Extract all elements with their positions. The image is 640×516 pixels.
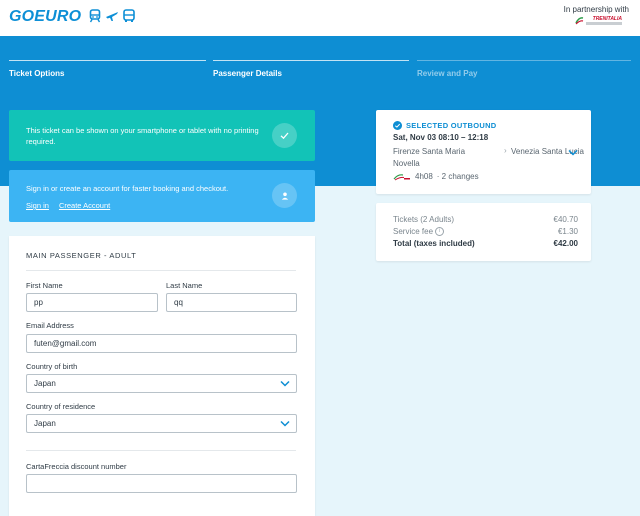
birth-country-value: Japan [34,379,56,388]
form-divider [26,270,296,271]
bus-icon [123,9,135,22]
destination-station: Venezia Santa Lucia [511,147,584,156]
step-label: Ticket Options [9,69,65,78]
email-input[interactable] [26,334,297,353]
first-name-input[interactable] [26,293,158,312]
trenitalia-mark-icon [575,17,584,25]
mobile-ticket-text: This ticket can be shown on your smartph… [26,126,259,146]
residence-country-select[interactable]: Japan [26,414,297,433]
trip-changes: · 2 changes [436,172,479,181]
create-account-link[interactable]: Create Account [59,200,110,211]
total-value: €42.00 [553,239,578,248]
trip-duration: 4h08 [415,172,433,181]
selected-header: SELECTED OUTBOUND [393,121,497,130]
form-divider [26,450,296,451]
service-fee-label: Service fee [393,227,434,236]
partner-tagline [586,22,622,25]
price-summary-card: Tickets (2 Adults) €40.70 Service fee i €… [376,203,591,261]
email-label: Email Address [26,321,74,330]
trip-date-time: Sat, Nov 03 08:10 – 12:18 [393,133,489,142]
residence-country-label: Country of residence [26,402,96,411]
trenitalia-logo-icon [393,173,410,180]
trip-meta: 4h08 · 2 changes [393,172,479,181]
info-icon[interactable]: i [435,227,445,237]
check-badge [272,123,297,148]
tickets-label: Tickets (2 Adults) [393,215,455,224]
discount-number-label: CartaFreccia discount number [26,462,127,471]
birth-country-select[interactable]: Japan [26,374,297,393]
chevron-down-icon [280,420,290,427]
total-label: Total (taxes included) [393,239,475,248]
birth-country-label: Country of birth [26,362,78,371]
step-passenger-details[interactable]: Passenger Details [213,60,409,90]
form-title: MAIN PASSENGER - ADULT [26,251,137,260]
step-label: Passenger Details [213,69,282,78]
main-passenger-form: MAIN PASSENGER - ADULT First Name Last N… [9,236,315,516]
total-row: Total (taxes included) €42.00 [393,239,578,248]
signin-link[interactable]: Sign in [26,200,49,211]
trenitalia-logo: TRENITALIA [564,16,622,25]
step-ticket-options[interactable]: Ticket Options [9,60,206,90]
step-line [9,60,206,61]
signin-links: Sign in Create Account [26,200,110,211]
train-icon [89,9,101,23]
expand-chevron-icon[interactable] [568,149,578,156]
booking-steps: Ticket Options Passenger Details Review … [0,60,640,90]
step-label: Review and Pay [417,69,478,78]
last-name-label: Last Name [166,281,203,290]
transport-modes [88,9,136,23]
user-badge [272,183,297,208]
goeuro-logo[interactable]: GOEURO [9,6,81,28]
signin-notice: Sign in or create an account for faster … [9,170,315,222]
plane-icon [106,12,118,21]
step-line [213,60,409,61]
partner-badge: In partnership with TRENITALIA [564,5,629,25]
step-line [417,60,631,61]
first-name-label: First Name [26,281,63,290]
residence-country-value: Japan [34,419,56,428]
route-arrow: › [504,146,507,155]
user-icon [281,192,288,200]
selected-outbound-title: SELECTED OUTBOUND [406,121,497,130]
tickets-row: Tickets (2 Adults) €40.70 [393,215,578,224]
discount-number-input[interactable] [26,474,297,493]
last-name-input[interactable] [166,293,297,312]
check-icon [280,132,289,140]
chevron-down-icon [280,380,290,387]
tickets-value: €40.70 [553,215,578,224]
partner-label: In partnership with [563,5,629,14]
step-review-and-pay: Review and Pay [417,60,631,90]
origin-station: Firenze Santa Maria Novella [393,147,466,168]
signin-text: Sign in or create an account for faster … [26,184,229,193]
selected-outbound-card: SELECTED OUTBOUND Sat, Nov 03 08:10 – 12… [376,110,591,194]
check-circle-icon [393,121,402,130]
service-fee-row: Service fee i €1.30 [393,227,578,237]
top-bar: GOEURO In partnership with TRENITALIA [0,0,640,36]
service-fee-value: €1.30 [557,227,578,236]
mobile-ticket-notice: This ticket can be shown on your smartph… [9,110,315,161]
